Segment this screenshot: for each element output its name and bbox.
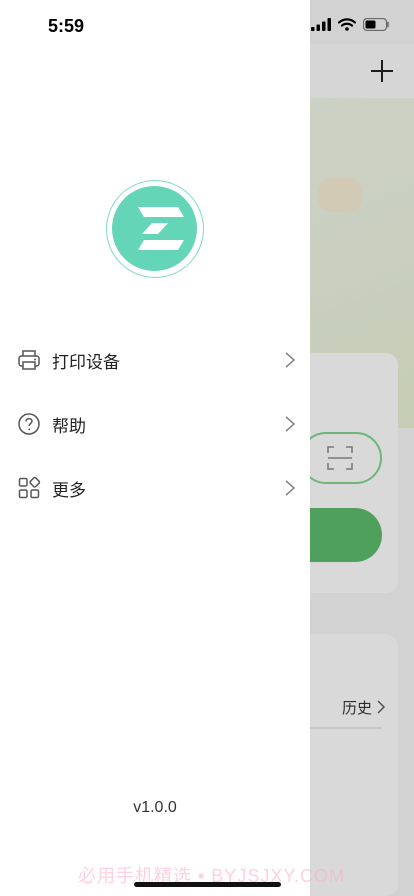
wifi-icon [338, 18, 356, 31]
chevron-right-icon [285, 480, 296, 496]
chevron-right-icon [285, 352, 296, 368]
app-version: v1.0.0 [133, 799, 177, 816]
status-bar: 5:59 [0, 0, 414, 44]
menu-item-print-device[interactable]: 打印设备 [0, 334, 310, 386]
menu-item-help[interactable]: 帮助 [0, 398, 310, 450]
home-indicator[interactable] [134, 882, 281, 887]
app-logo [106, 180, 204, 278]
status-time: 5:59 [48, 16, 85, 36]
battery-icon [363, 18, 389, 31]
chevron-right-icon [285, 416, 296, 432]
side-drawer: 打印设备 帮助 更多 v1.0.0 [0, 0, 310, 896]
logo-icon [112, 186, 197, 271]
menu-item-label: 打印设备 [52, 352, 120, 372]
help-circle-icon [18, 413, 40, 435]
grid-more-icon [18, 476, 41, 499]
menu-item-label: 更多 [52, 480, 86, 500]
menu-item-label: 帮助 [52, 416, 86, 436]
printer-icon [18, 350, 40, 370]
menu-item-more[interactable]: 更多 [0, 462, 310, 514]
cellular-signal-icon [311, 18, 331, 31]
